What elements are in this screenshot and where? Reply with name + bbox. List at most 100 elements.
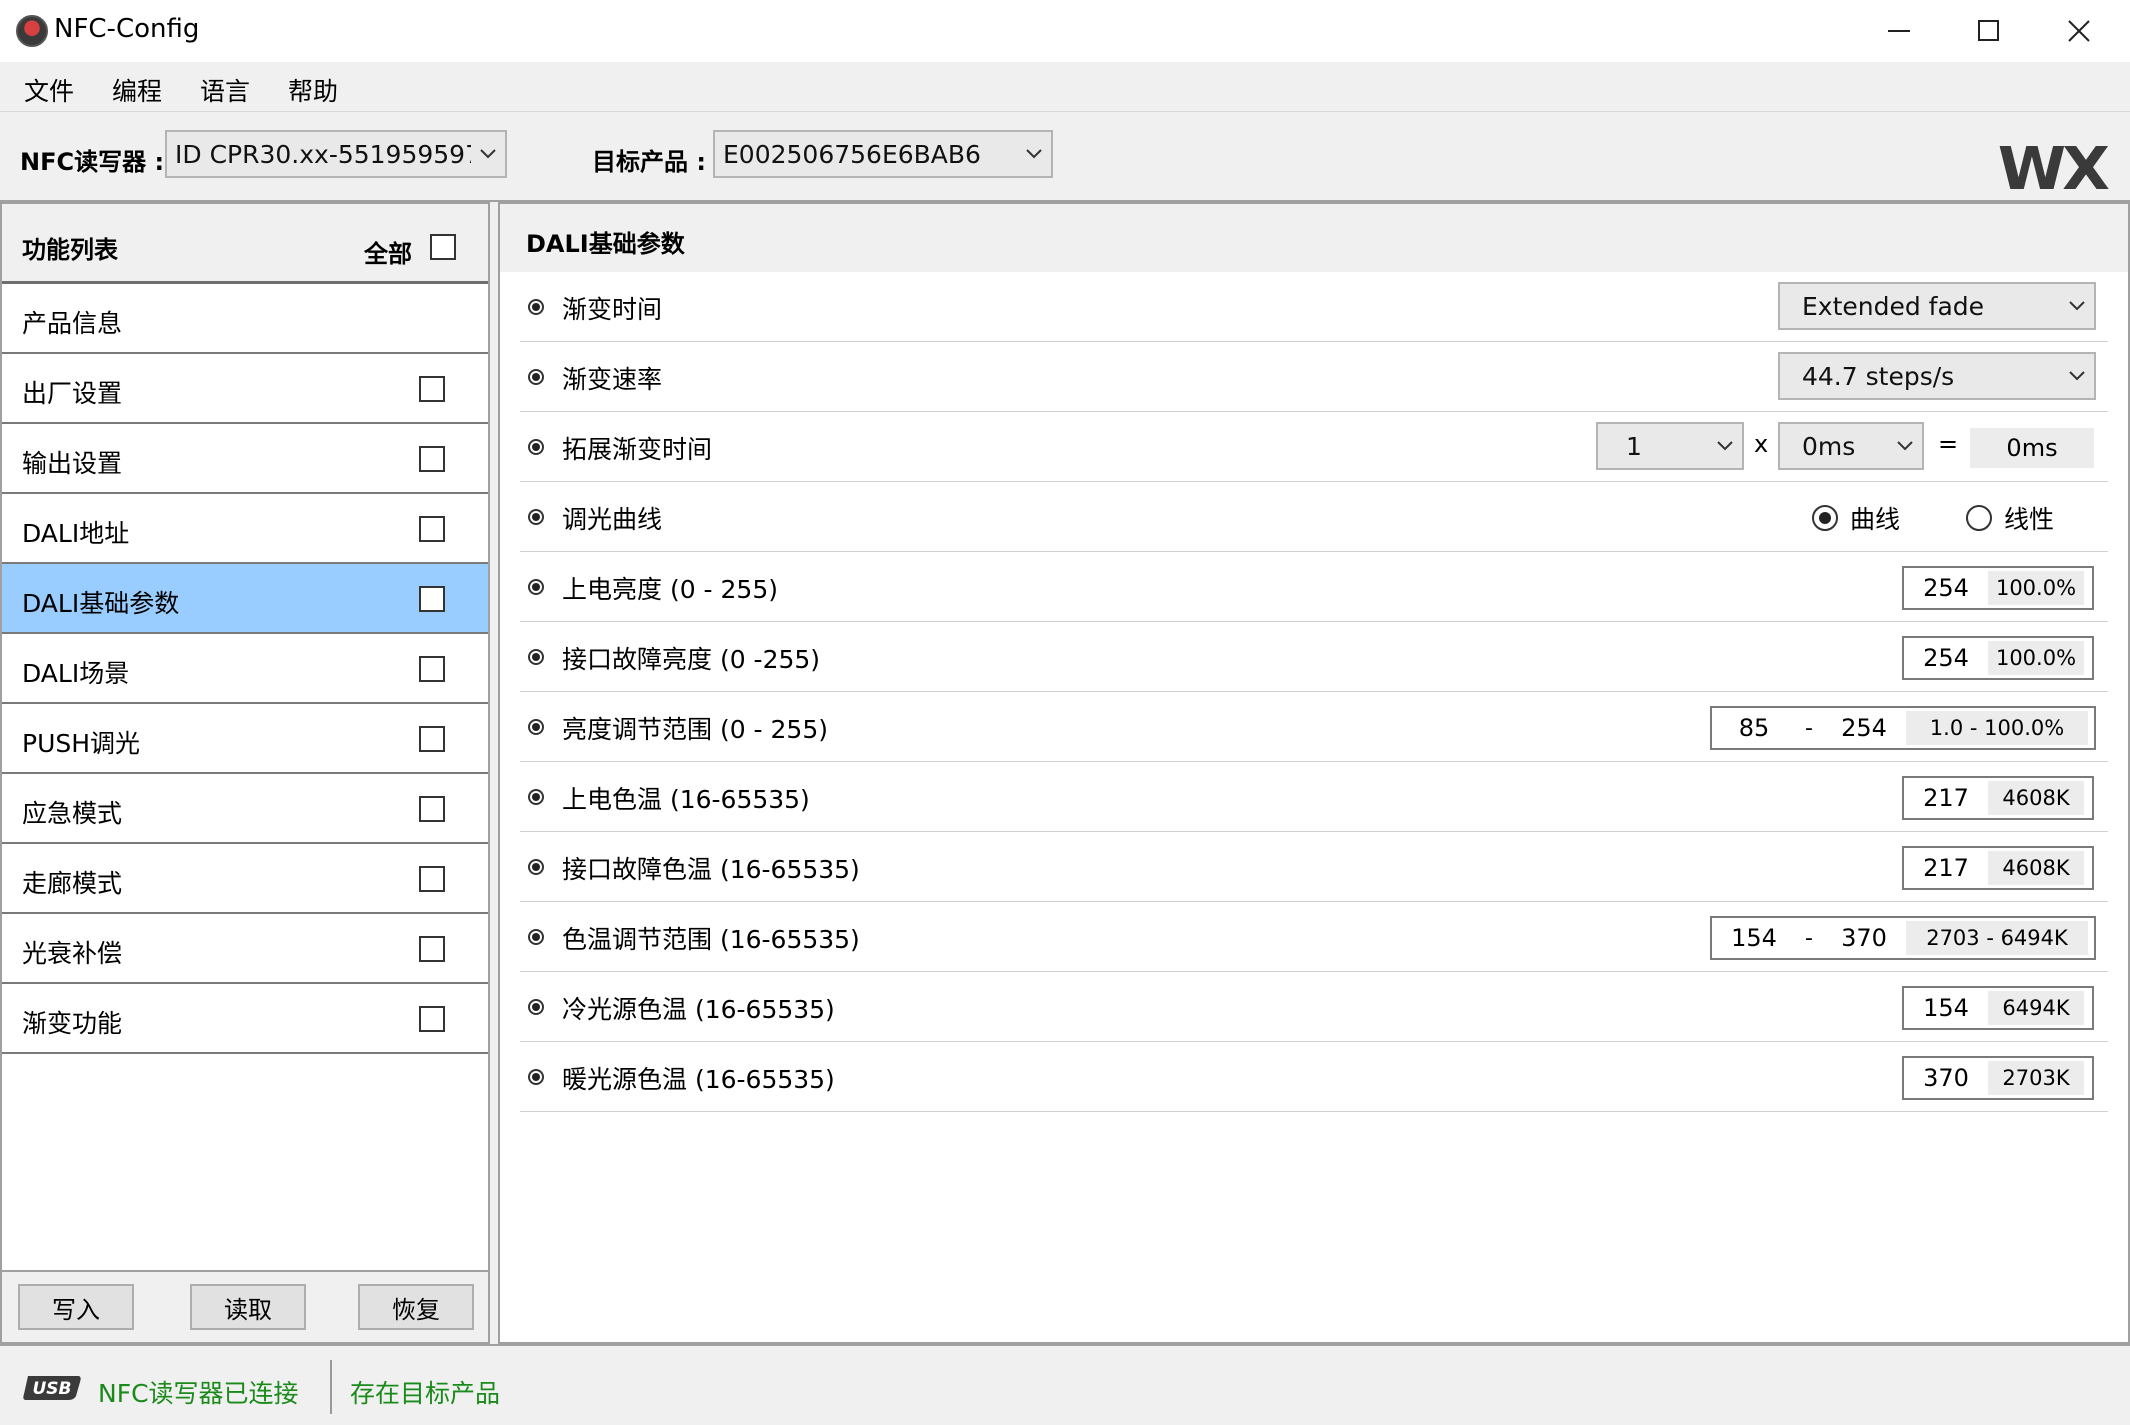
param-row-cool-ct: 冷光源色温 (16-65535) 154 6494K — [520, 972, 2108, 1042]
cool-ct-input[interactable]: 154 6494K — [1902, 986, 2094, 1030]
fade-time-value: Extended fade — [1802, 291, 1985, 321]
function-item[interactable]: 走廊模式 — [2, 844, 488, 914]
failure-level-input[interactable]: 254 100.0% — [1902, 636, 2094, 680]
level-range-percent: 1.0 - 100.0% — [1906, 711, 2088, 745]
power-on-level-label: 上电亮度 (0 - 255) — [562, 575, 778, 604]
function-item-checkbox[interactable] — [419, 866, 445, 892]
menu-file[interactable]: 文件 — [20, 70, 78, 110]
function-item-checkbox[interactable] — [419, 936, 445, 962]
bullet-icon — [528, 719, 544, 735]
function-item[interactable]: 输出设置 — [2, 424, 488, 494]
param-row-ct-range: 色温调节范围 (16-65535) 154 - 370 2703 - 6494K — [520, 902, 2108, 972]
function-item-label: 光衰补偿 — [22, 939, 123, 968]
usb-icon-label: USB — [32, 1379, 71, 1399]
menu-language[interactable]: 语言 — [196, 70, 254, 110]
bullet-icon — [528, 439, 544, 455]
function-item-checkbox[interactable] — [419, 586, 445, 612]
function-item[interactable]: DALI场景 — [2, 634, 488, 704]
function-item-checkbox[interactable] — [419, 376, 445, 402]
failure-ct-value: 217 — [1923, 854, 1969, 882]
function-list-header: 功能列表 全部 — [2, 204, 488, 284]
function-item-checkbox[interactable] — [419, 516, 445, 542]
level-range-min: 85 — [1738, 714, 1770, 742]
fade-multiplier-select[interactable]: 1 — [1596, 422, 1744, 470]
param-row-warm-ct: 暖光源色温 (16-65535) 370 2703K — [520, 1042, 2108, 1112]
cool-ct-kelvin: 6494K — [1988, 991, 2084, 1025]
failure-level-value: 254 — [1923, 644, 1969, 672]
read-button[interactable]: 读取 — [190, 1284, 306, 1330]
function-item[interactable]: 应急模式 — [2, 774, 488, 844]
ct-range-kelvin: 2703 - 6494K — [1906, 921, 2088, 955]
function-item[interactable]: 出厂设置 — [2, 354, 488, 424]
function-item[interactable]: DALI地址 — [2, 494, 488, 564]
function-item-checkbox[interactable] — [419, 796, 445, 822]
multiply-sign: x — [1754, 430, 1769, 458]
function-item[interactable]: 渐变功能 — [2, 984, 488, 1054]
fade-time-label: 渐变时间 — [562, 295, 663, 324]
function-item-label: DALI地址 — [22, 519, 130, 548]
fade-rate-select[interactable]: 44.7 steps/s — [1778, 352, 2096, 400]
function-item-checkbox[interactable] — [419, 726, 445, 752]
reader-select[interactable]: ID CPR30.xx-551959597 — [165, 130, 507, 178]
cool-ct-value: 154 — [1923, 994, 1969, 1022]
fade-multiplier-value: 1 — [1626, 431, 1642, 461]
param-row-power-on-level: 上电亮度 (0 - 255) 254 100.0% — [520, 552, 2108, 622]
level-range-input[interactable]: 85 - 254 1.0 - 100.0% — [1710, 706, 2096, 750]
restore-button[interactable]: 恢复 — [358, 1284, 474, 1330]
bullet-icon — [528, 579, 544, 595]
failure-ct-input[interactable]: 217 4608K — [1902, 846, 2094, 890]
menu-bar: 文件 编程 语言 帮助 — [0, 62, 2130, 112]
power-on-ct-kelvin: 4608K — [1988, 781, 2084, 815]
param-row-extended-fade: 拓展渐变时间 1 x 0ms = 0ms — [520, 412, 2108, 482]
bullet-icon — [528, 859, 544, 875]
ct-range-dash: - — [1805, 925, 1813, 951]
power-on-ct-input[interactable]: 217 4608K — [1902, 776, 2094, 820]
cool-ct-label: 冷光源色温 (16-65535) — [562, 995, 835, 1024]
menu-help[interactable]: 帮助 — [284, 70, 342, 110]
fade-base-value: 0ms — [1802, 431, 1856, 461]
function-list-footer: 写入 读取 恢复 — [2, 1270, 488, 1342]
power-on-ct-label: 上电色温 (16-65535) — [562, 785, 810, 814]
warm-ct-input[interactable]: 370 2703K — [1902, 1056, 2094, 1100]
close-button[interactable] — [2034, 0, 2124, 62]
chevron-down-icon — [2060, 284, 2094, 328]
param-row-level-range: 亮度调节范围 (0 - 255) 85 - 254 1.0 - 100.0% — [520, 692, 2108, 762]
function-list-title: 功能列表 — [22, 236, 118, 264]
warm-ct-label: 暖光源色温 (16-65535) — [562, 1065, 835, 1094]
param-row-failure-level: 接口故障亮度 (0 -255) 254 100.0% — [520, 622, 2108, 692]
select-all-checkbox[interactable] — [430, 234, 456, 260]
reader-connected-status: NFC读写器已连接 — [98, 1379, 299, 1408]
chevron-down-icon — [1017, 132, 1051, 176]
menu-program[interactable]: 编程 — [108, 70, 166, 110]
ct-range-input[interactable]: 154 - 370 2703 - 6494K — [1710, 916, 2096, 960]
function-item-checkbox[interactable] — [419, 446, 445, 472]
function-item[interactable]: 产品信息 — [2, 284, 488, 354]
status-separator — [330, 1360, 332, 1414]
fade-base-select[interactable]: 0ms — [1778, 422, 1924, 470]
curve-radio-label: 曲线 — [1850, 505, 1901, 534]
function-list-panel: 功能列表 全部 产品信息 出厂设置 输出设置 DALI地址 DALI基础参数 DALI场景… — [0, 202, 490, 1344]
function-item-checkbox[interactable] — [419, 1006, 445, 1032]
function-item[interactable]: DALI基础参数 — [2, 564, 488, 634]
write-button[interactable]: 写入 — [18, 1284, 134, 1330]
curve-radio[interactable] — [1812, 505, 1838, 531]
bullet-icon — [528, 299, 544, 315]
power-on-level-input[interactable]: 254 100.0% — [1902, 566, 2094, 610]
function-item[interactable]: 光衰补偿 — [2, 914, 488, 984]
status-bar: USB NFC读写器已连接 存在目标产品 — [0, 1344, 2130, 1425]
target-select[interactable]: E002506756E6BAB6 — [713, 130, 1053, 178]
minimize-button[interactable] — [1854, 0, 1944, 62]
dimming-curve-label: 调光曲线 — [562, 505, 663, 534]
linear-radio[interactable] — [1966, 505, 1992, 531]
failure-ct-label: 接口故障色温 (16-65535) — [562, 855, 860, 884]
chevron-down-icon — [2060, 354, 2094, 398]
maximize-button[interactable] — [1944, 0, 2034, 62]
function-item-checkbox[interactable] — [419, 656, 445, 682]
function-item[interactable]: PUSH调光 — [2, 704, 488, 774]
function-item-label: DALI场景 — [22, 659, 130, 688]
function-item-label: DALI基础参数 — [22, 589, 180, 618]
fade-time-select[interactable]: Extended fade — [1778, 282, 2096, 330]
param-row-failure-ct: 接口故障色温 (16-65535) 217 4608K — [520, 832, 2108, 902]
target-label: 目标产品 : — [592, 148, 706, 176]
bullet-icon — [528, 999, 544, 1015]
